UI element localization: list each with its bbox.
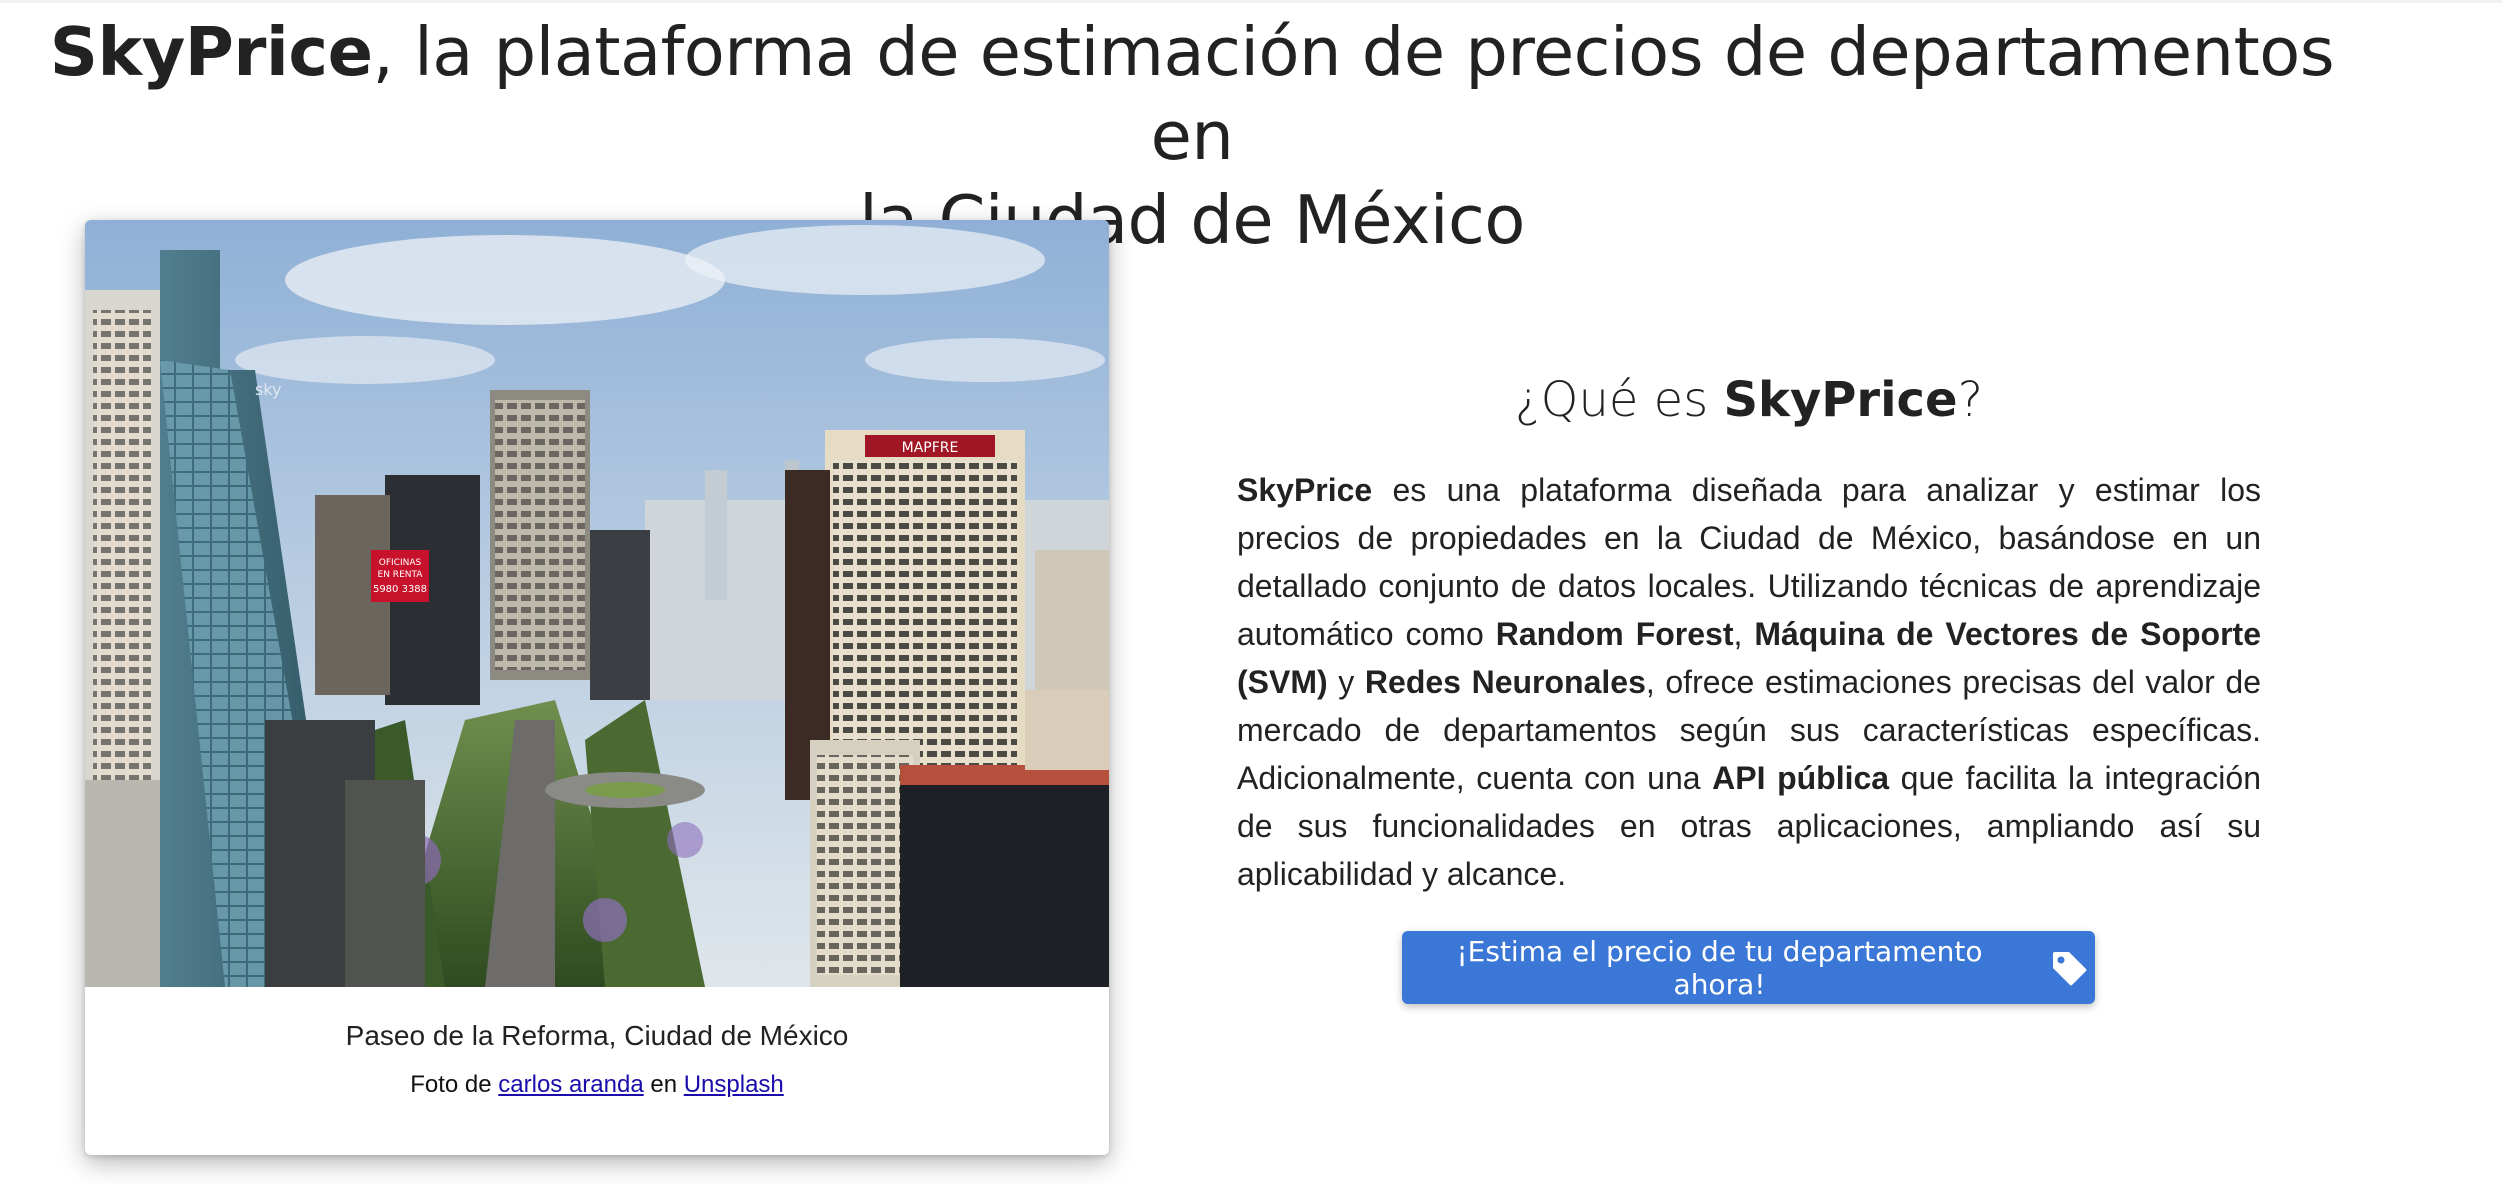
paragraph-random-forest: Random Forest — [1495, 616, 1734, 652]
about-heading-brand: SkyPrice — [1723, 372, 1958, 428]
title-brand: SkyPrice — [49, 13, 373, 91]
building-sign: MAPFRE — [902, 440, 959, 456]
photo-caption: Paseo de la Reforma, Ciudad de México — [345, 1020, 849, 1051]
credit-prefix: Foto de — [410, 1071, 499, 1098]
about-heading: ¿Qué es SkyPrice? — [1237, 370, 2261, 430]
paragraph-neural-networks: Redes Neuronales — [1364, 664, 1646, 700]
billboard-line2: EN RENTA — [378, 570, 424, 580]
credit-middle: en — [643, 1071, 684, 1098]
paragraph-sep2: y — [1327, 664, 1365, 700]
billboard-line3: 5980 3388 — [373, 584, 427, 595]
billboard-line1: OFICINAS — [379, 558, 422, 568]
unsplash-link[interactable]: Unsplash — [684, 1071, 784, 1098]
paragraph-brand: SkyPrice — [1237, 472, 1373, 508]
about-heading-prefix: ¿Qué es — [1514, 372, 1724, 428]
tag-icon — [2049, 948, 2089, 988]
paragraph-api: API pública — [1712, 760, 1890, 796]
top-border — [0, 0, 2502, 3]
svg-text:sky: sky — [255, 380, 282, 399]
estimate-price-label: ¡Estima el precio de tu departamento aho… — [1456, 934, 1983, 1001]
title-text-line1: , la plataforma de estimación de precios… — [372, 13, 2335, 175]
city-photo: OFICINAS EN RENTA 5980 3388 sky MAPFRE — [85, 220, 1109, 987]
about-heading-suffix: ? — [1957, 372, 1984, 428]
about-paragraph: SkyPrice es una plataforma diseñada para… — [1237, 466, 2261, 898]
author-link[interactable]: carlos aranda — [498, 1071, 643, 1098]
estimate-price-button[interactable]: ¡Estima el precio de tu departamento aho… — [1402, 931, 2095, 1004]
paragraph-sep1: , — [1733, 616, 1755, 652]
photo-card: OFICINAS EN RENTA 5980 3388 sky MAPFRE — [85, 220, 1109, 1155]
photo-credit: Foto de carlos aranda en Unsplash — [0, 1071, 1194, 1099]
